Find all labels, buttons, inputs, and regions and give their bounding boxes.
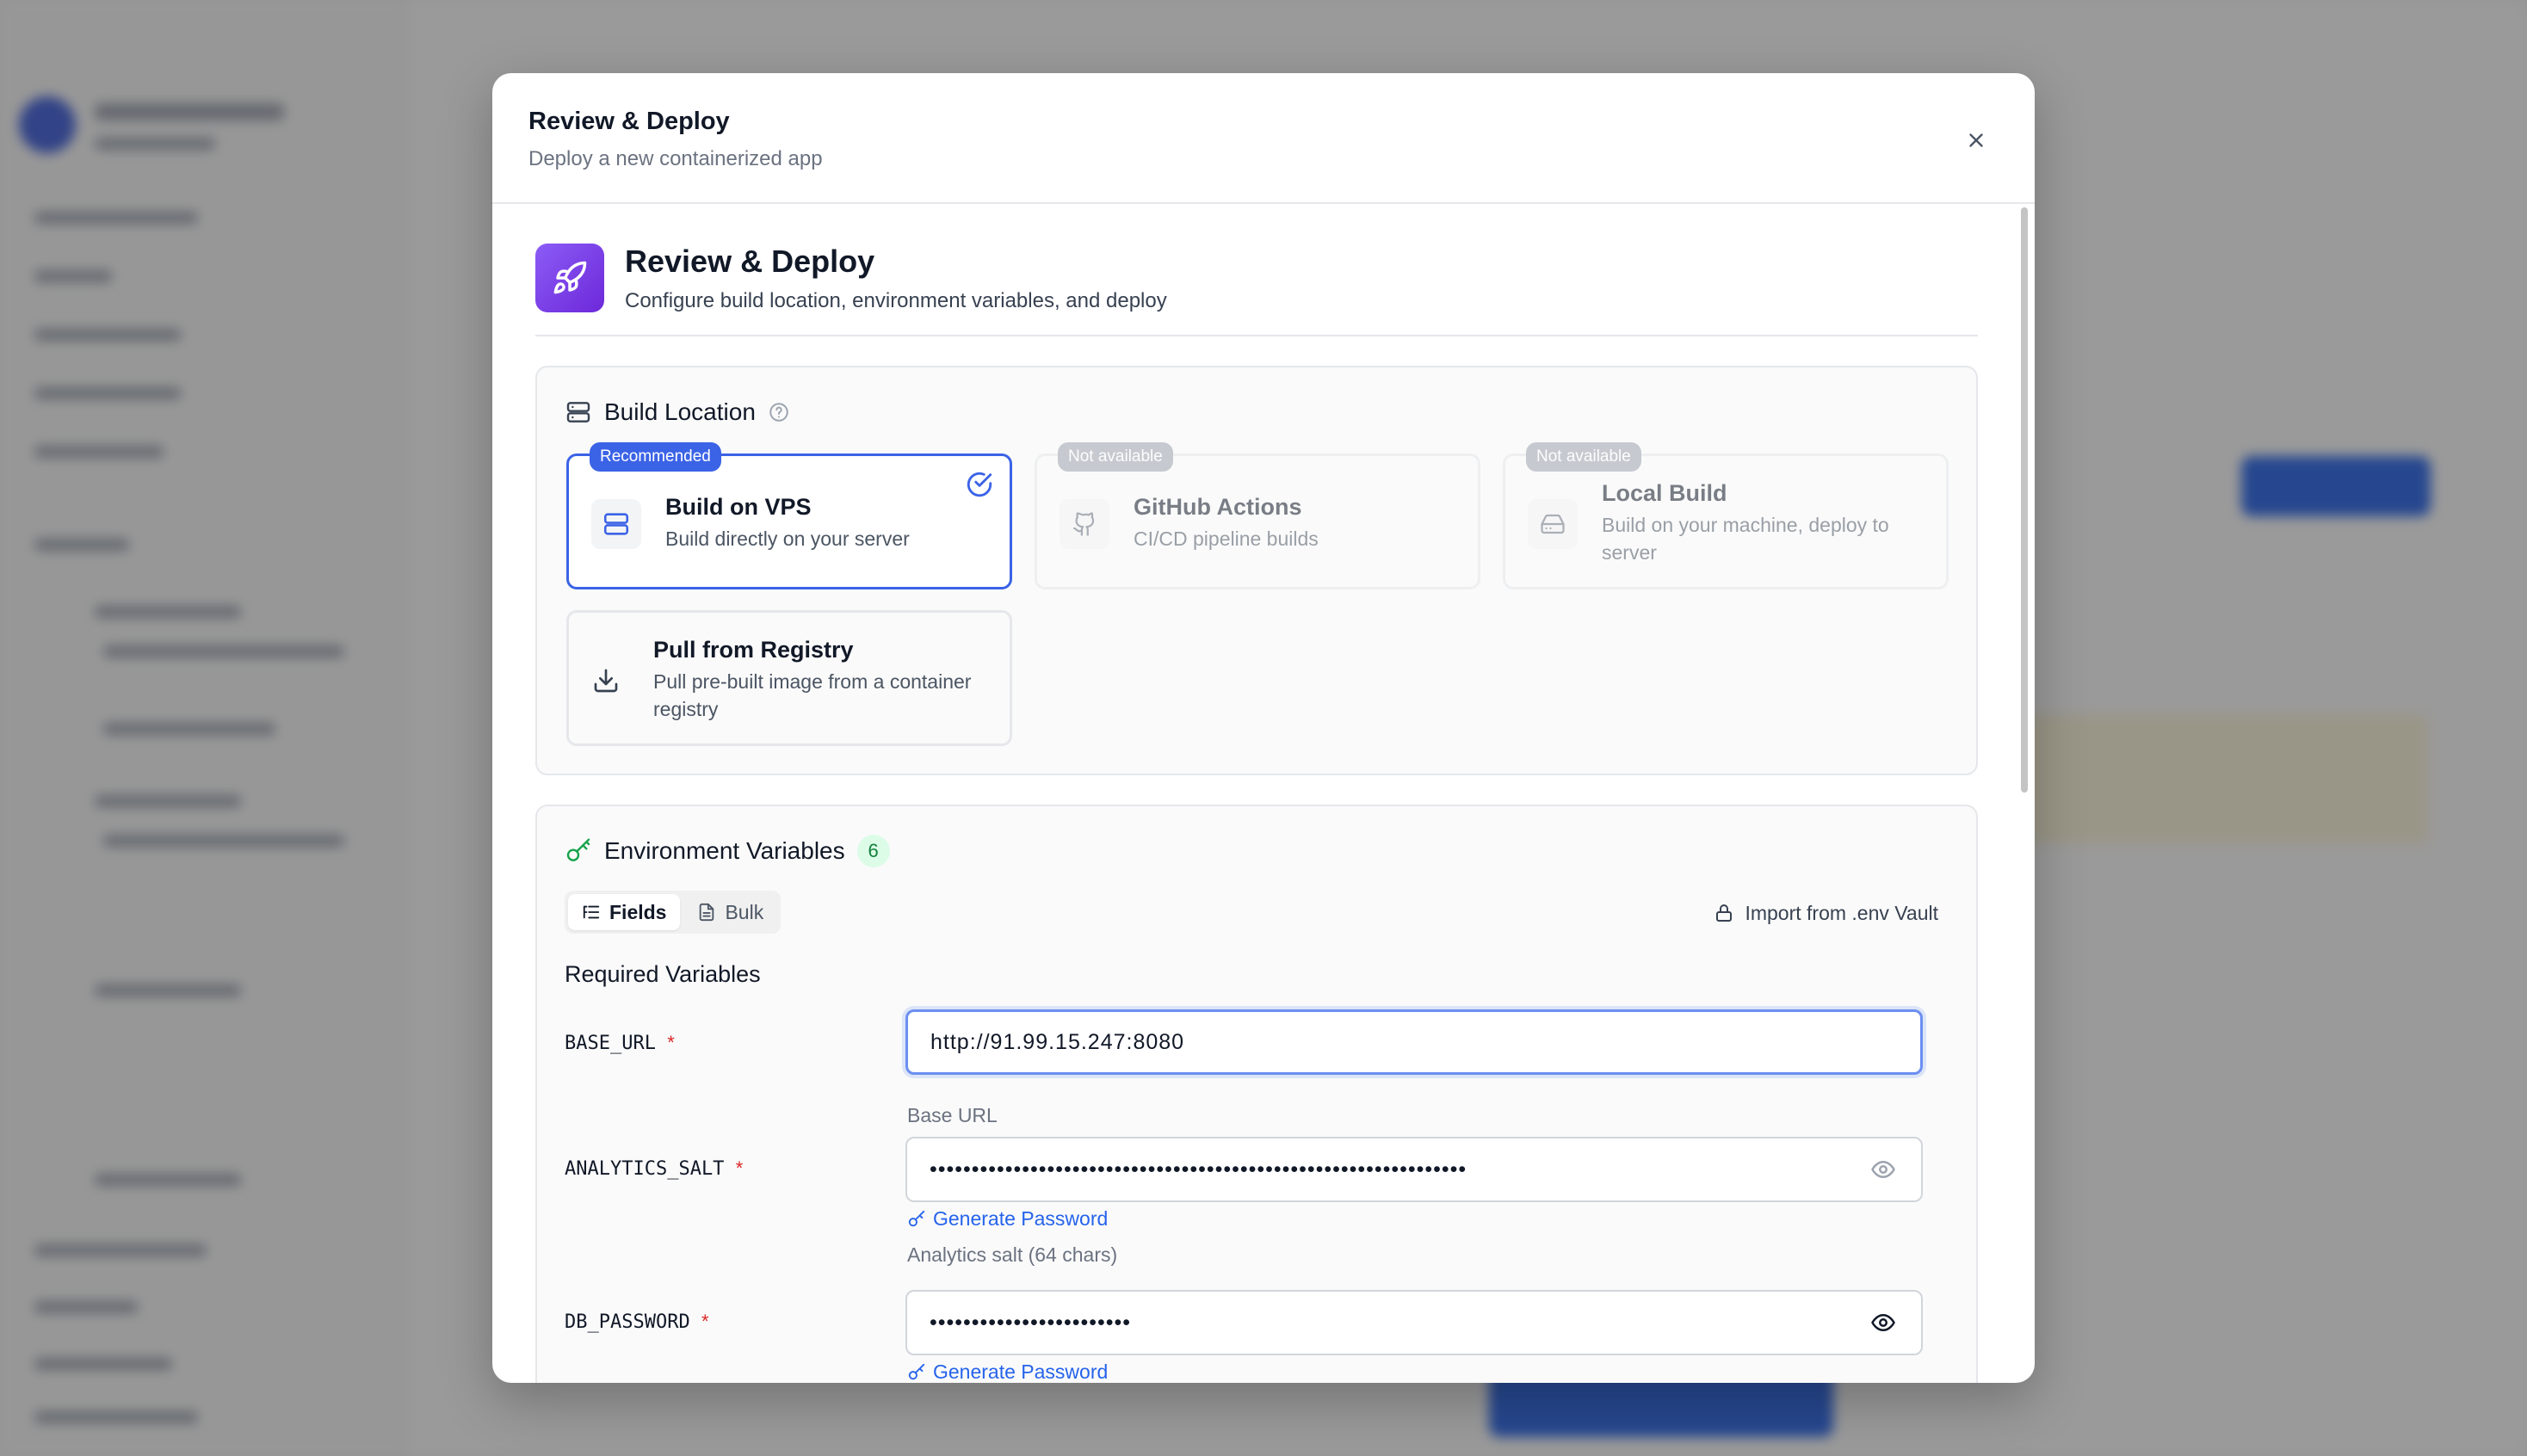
card-title: Local Build (1602, 480, 1727, 506)
eye-icon (1871, 1160, 1895, 1179)
hero-subtitle: Configure build location, environment va… (625, 289, 1167, 312)
modal-body: Review & Deploy Configure build location… (492, 204, 2035, 1383)
env-mode-tabs: Fields Bulk (565, 891, 782, 934)
check-circle-icon (967, 472, 992, 497)
card-icon-tile (1528, 499, 1578, 549)
modal-subtitle: Deploy a new containerized app (528, 147, 823, 170)
tab-bulk[interactable]: Bulk (683, 894, 777, 930)
build-option-local: Not available Local Build Build on your … (1503, 442, 1949, 589)
close-icon (1969, 133, 1983, 147)
card-title: Build on VPS (665, 494, 812, 520)
build-location-header: Build Location (565, 395, 790, 429)
var-name-db-password: DB_PASSWORD * (565, 1311, 709, 1333)
hero-title: Review & Deploy (625, 244, 875, 279)
card-subtitle: Build directly on your server (665, 527, 910, 550)
card-subtitle: Pull pre-built image from a container re… (653, 670, 972, 720)
download-icon (594, 669, 618, 693)
card-subtitle: Build on your machine, deploy to server (1602, 514, 1889, 564)
field-hint: Analytics salt (64 chars) (907, 1243, 1118, 1266)
eye-icon (1871, 1313, 1895, 1332)
deploy-modal: Review & Deploy Deploy a new containeriz… (492, 73, 2035, 1383)
build-location-title: Build Location (604, 398, 756, 425)
required-star: * (667, 1032, 675, 1053)
list-icon (583, 905, 600, 919)
card-icon-tile (581, 656, 631, 706)
hero-icon-tile (535, 244, 604, 312)
environment-variables-section: Environment Variables 6 Fields Bulk Impo… (535, 805, 1978, 1383)
var-name-base-url: BASE_URL * (565, 1032, 675, 1054)
build-option-vps[interactable]: Recommended Build on VPS Build directly … (566, 442, 1012, 589)
modal-title: Review & Deploy (528, 108, 730, 135)
env-count-badge: 6 (856, 835, 890, 867)
key-icon (908, 1363, 925, 1379)
recommended-badge: Recommended (590, 442, 721, 472)
var-name-analytics-salt: ANALYTICS_SALT * (565, 1157, 744, 1180)
key-icon (908, 1210, 925, 1226)
github-icon (1073, 512, 1095, 536)
toggle-visibility-button[interactable] (1868, 1307, 1899, 1338)
card-title: Pull from Registry (653, 637, 854, 663)
tab-fields[interactable]: Fields (568, 894, 681, 930)
env-header: Environment Variables 6 (565, 834, 890, 868)
input-value: •••••••••••••••••••••••• (930, 1310, 1132, 1335)
required-variables-title: Required Variables (565, 961, 761, 987)
tab-label: Bulk (725, 900, 764, 923)
build-location-section: Build Location Recommended Build on VPS … (535, 366, 1978, 775)
help-circle-icon[interactable] (768, 401, 790, 423)
input-value: ••••••••••••••••••••••••••••••••••••••••… (930, 1157, 1467, 1181)
input-value: http://91.99.15.247:8080 (930, 1029, 1185, 1054)
base-url-input[interactable]: http://91.99.15.247:8080 (905, 1009, 1923, 1075)
build-option-registry[interactable]: Pull from Registry Pull pre-built image … (566, 610, 1012, 746)
import-env-vault-button[interactable]: Import from .env Vault (1714, 896, 1938, 930)
import-label: Import from .env Vault (1745, 901, 1938, 924)
toggle-visibility-button[interactable] (1868, 1154, 1899, 1185)
server-icon (566, 402, 590, 423)
build-option-github-actions: Not available GitHub Actions CI/CD pipel… (1035, 442, 1480, 589)
card-icon-tile (1060, 499, 1109, 549)
close-button[interactable] (1955, 120, 1997, 161)
modal-header: Review & Deploy Deploy a new containeriz… (492, 73, 2035, 204)
db-password-input[interactable]: •••••••••••••••••••••••• (905, 1290, 1923, 1355)
not-available-badge: Not available (1058, 442, 1173, 472)
analytics-salt-input[interactable]: ••••••••••••••••••••••••••••••••••••••••… (905, 1137, 1923, 1202)
not-available-badge: Not available (1526, 442, 1641, 472)
card-title: GitHub Actions (1134, 494, 1302, 520)
generate-password-link[interactable]: Generate Password (907, 1207, 1108, 1231)
required-star: * (735, 1157, 744, 1179)
env-title: Environment Variables (604, 837, 845, 864)
required-star: * (701, 1311, 709, 1332)
card-icon-tile (591, 499, 641, 549)
tab-label: Fields (609, 900, 667, 923)
rocket-icon (553, 261, 587, 294)
hard-drive-icon (1541, 514, 1565, 534)
divider (535, 335, 1978, 336)
card-subtitle: CI/CD pipeline builds (1134, 527, 1319, 550)
field-hint: Base URL (907, 1104, 998, 1126)
lock-icon (1716, 904, 1733, 922)
generate-password-link[interactable]: Generate Password (907, 1360, 1108, 1383)
key-icon (566, 838, 590, 861)
file-text-icon (700, 903, 714, 922)
server-icon (603, 513, 629, 535)
